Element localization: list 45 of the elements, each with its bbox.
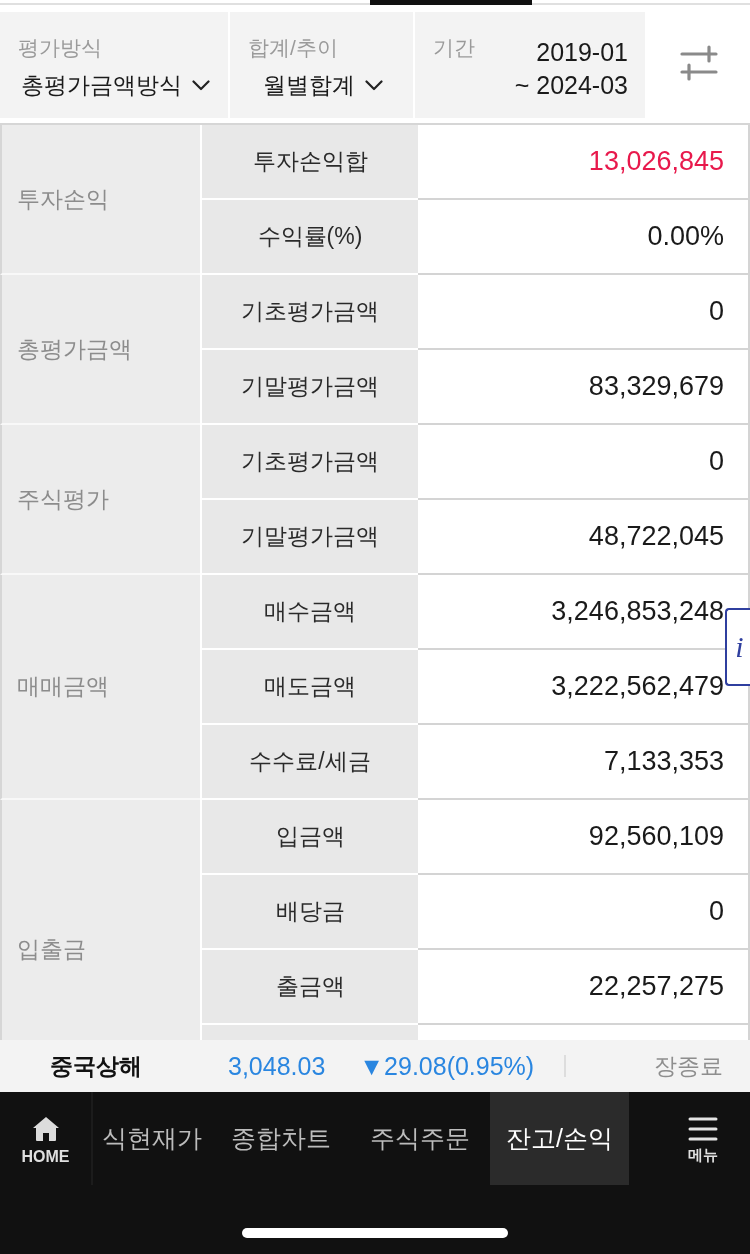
home-button[interactable]: HOME [0,1092,93,1185]
value-cell: 22,257,275 [418,950,750,1025]
period-filter[interactable]: 기간 2019-01 ~ 2024-03 [415,12,645,118]
category-cell: 투자손익 [0,125,200,275]
row-label: 출금액 [200,950,418,1025]
row-label: 수수료/세금 [200,725,418,800]
home-icon [31,1115,60,1142]
nav-tab[interactable]: 종합차트 [211,1092,350,1185]
chevron-down-icon [364,79,383,91]
row-label: 투자손익합 [200,125,418,200]
category-cell: 매매금액 [0,575,200,800]
menu-icon [687,1116,718,1141]
filter-dropdown[interactable]: 합계/추이 월별합계 [230,12,413,118]
category-cell: 입출금 [0,800,200,1040]
value-cell: 0.00% [418,200,750,275]
value-cell: 0 [418,425,750,500]
row-label: 배당금 [200,875,418,950]
value-cell: 0 [418,875,750,950]
value-cell: 13,026,845 [418,125,750,200]
row-label: 입금액 [200,800,418,875]
value-cell: 83,329,679 [418,350,750,425]
row-label: 기말평가금액 [200,500,418,575]
nav-tab[interactable]: 잔고/손익 [490,1092,629,1185]
value-cell: 48,722,045 [418,500,750,575]
menu-button[interactable]: 메뉴 [655,1092,750,1185]
market-status: 장종료 [654,1051,723,1081]
value-cell: 7,133,353 [418,725,750,800]
row-label: 매수금액 [200,575,418,650]
row-label: 기초평가금액 [200,425,418,500]
row-label: 수익률(%) [200,200,418,275]
nav-tab[interactable]: 식현재가 [93,1092,211,1185]
category-cell: 주식평가 [0,425,200,575]
row-label: 매도금액 [200,650,418,725]
row-label: 기말평가금액 [200,350,418,425]
category-cell: 총평가금액 [0,275,200,425]
value-cell: 92,560,109 [418,800,750,875]
sliders-icon[interactable] [679,45,718,81]
filter-dropdown[interactable]: 평가방식 총평가금액방식 [0,12,228,118]
index-name: 중국상해 [50,1051,143,1081]
index-price: 3,048.03 [228,1051,326,1081]
nav-tab[interactable]: 주식주문 [350,1092,490,1185]
index-change: ▼29.08(0.95%) [359,1051,535,1081]
row-label: 기초평가금액 [200,275,418,350]
value-cell: 0 [418,275,750,350]
chevron-down-icon [191,79,210,91]
